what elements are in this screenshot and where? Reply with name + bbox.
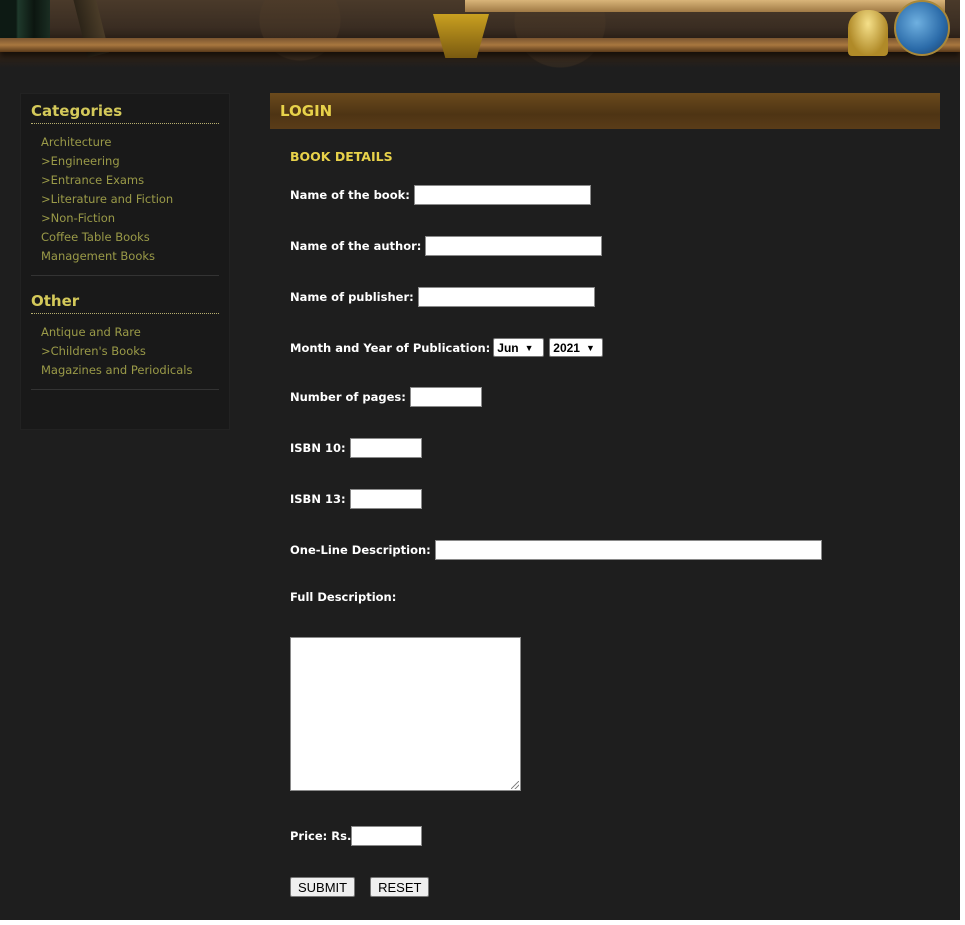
page-body: Categories Architecture >Engineering >En… xyxy=(0,68,960,920)
login-header: LOGIN xyxy=(270,93,940,129)
isbn10-input[interactable] xyxy=(349,438,422,458)
category-link-non-fiction[interactable]: >Non-Fiction xyxy=(41,209,219,228)
other-link-magazines[interactable]: Magazines and Periodicals xyxy=(41,361,219,380)
sidebar: Categories Architecture >Engineering >En… xyxy=(20,93,230,430)
other-title: Other xyxy=(31,292,219,314)
book-name-input[interactable] xyxy=(413,185,591,205)
resize-handle-icon[interactable] xyxy=(511,781,519,789)
isbn10-row: ISBN 10: xyxy=(290,438,422,458)
pub-date-row: Month and Year of Publication: Jun ▼ 202… xyxy=(290,338,604,357)
divider xyxy=(31,389,219,390)
publisher-input[interactable] xyxy=(417,287,595,307)
category-link-coffee-table[interactable]: Coffee Table Books xyxy=(41,228,219,247)
isbn10-label: ISBN 10: xyxy=(290,441,346,455)
category-link-management[interactable]: Management Books xyxy=(41,247,219,266)
chevron-down-icon: ▼ xyxy=(585,342,595,353)
page-edge xyxy=(960,0,965,925)
categories-title: Categories xyxy=(31,102,219,124)
pub-date-label: Month and Year of Publication: xyxy=(290,340,491,355)
oneline-label: One-Line Description: xyxy=(290,543,431,557)
header-banner xyxy=(0,0,960,68)
chevron-down-icon: ▼ xyxy=(524,342,534,353)
oneline-row: One-Line Description: xyxy=(290,540,822,560)
author-input[interactable] xyxy=(425,236,603,256)
pages-input[interactable] xyxy=(409,387,482,407)
bell-icon xyxy=(848,10,888,56)
divider xyxy=(31,275,219,276)
other-list: Antique and Rare >Children's Books Magaz… xyxy=(31,323,219,380)
button-row: SUBMIT RESET xyxy=(290,877,430,897)
other-link-childrens[interactable]: >Children's Books xyxy=(41,342,219,361)
book-name-row: Name of the book: xyxy=(290,185,591,205)
book-name-label: Name of the book: xyxy=(290,188,410,202)
main-panel: LOGIN BOOK DETAILS Name of the book: Nam… xyxy=(270,93,940,897)
author-row: Name of the author: xyxy=(290,236,603,256)
author-label: Name of the author: xyxy=(290,239,422,253)
category-link-engineering[interactable]: >Engineering xyxy=(41,152,219,171)
month-value: Jun xyxy=(497,340,519,355)
month-select[interactable]: Jun ▼ xyxy=(493,338,545,357)
price-label: Price: Rs. xyxy=(290,829,352,843)
reset-button[interactable]: RESET xyxy=(370,877,430,897)
other-link-antique[interactable]: Antique and Rare xyxy=(41,323,219,342)
price-input[interactable] xyxy=(351,826,423,846)
year-select[interactable]: 2021 ▼ xyxy=(549,338,604,357)
pages-label: Number of pages: xyxy=(290,390,406,404)
year-value: 2021 xyxy=(553,340,580,355)
publisher-label: Name of publisher: xyxy=(290,290,414,304)
price-row: Price: Rs. xyxy=(290,826,423,846)
isbn13-label: ISBN 13: xyxy=(290,492,346,506)
category-link-architecture[interactable]: Architecture xyxy=(41,133,219,152)
full-description-row: Full Description: xyxy=(290,590,396,604)
category-link-entrance-exams[interactable]: >Entrance Exams xyxy=(41,171,219,190)
categories-list: Architecture >Engineering >Entrance Exam… xyxy=(31,133,219,266)
category-link-literature-fiction[interactable]: >Literature and Fiction xyxy=(41,190,219,209)
oneline-input[interactable] xyxy=(434,540,822,560)
globe-icon xyxy=(894,0,950,56)
full-description-label: Full Description: xyxy=(290,590,397,604)
publisher-row: Name of publisher: xyxy=(290,287,595,307)
full-description-textarea[interactable] xyxy=(290,637,521,791)
isbn13-input[interactable] xyxy=(349,489,422,509)
pages-row: Number of pages: xyxy=(290,387,482,407)
section-title: BOOK DETAILS xyxy=(290,149,393,164)
submit-button[interactable]: SUBMIT xyxy=(290,877,356,897)
isbn13-row: ISBN 13: xyxy=(290,489,422,509)
